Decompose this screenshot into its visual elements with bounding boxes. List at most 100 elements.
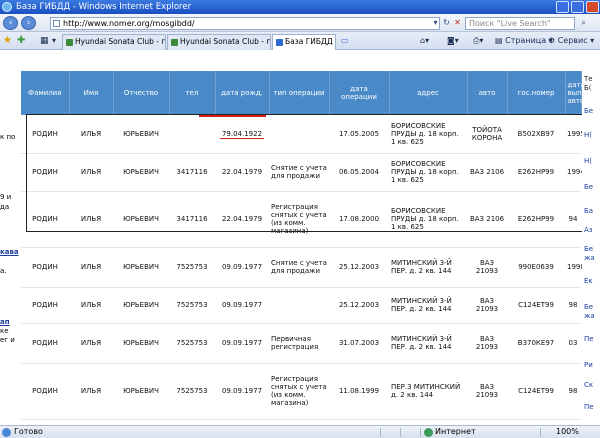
left-clipped-column: к по 9 и да кава а. ап ке ег и (0, 51, 20, 425)
table-row: РОДИН ИЛЬЯ ЮРЬЕВИЧ 7525753 09.09.1977 Сн… (21, 247, 585, 288)
cell-plate: В370КЕ97 (507, 323, 565, 364)
quick-tabs-icon[interactable]: ▦ (40, 35, 49, 47)
cell-surname: РОДИН (21, 153, 69, 192)
tab-label: Hyundai Sonata Club - главн... (180, 37, 271, 46)
cell-patronymic: ЮРЬЕВИЧ (113, 247, 169, 288)
table-row: РОДИН ИЛЬЯ ЮРЬЕВИЧ 7525753 09.09.1977 Ре… (21, 363, 581, 420)
tab-hyundai-1[interactable]: Hyundai Sonata Club - главн... (62, 34, 166, 50)
home-icon[interactable]: ⌂▾ (420, 35, 429, 47)
col-plate: гос.номер (507, 71, 566, 115)
right-fragment[interactable]: Бе (584, 107, 593, 115)
title-bar: База ГИБДД - Windows Internet Explorer (0, 0, 600, 14)
right-fragment[interactable]: Ек (584, 277, 593, 285)
table-row: РОДИН ИЛЬЯ ЮРЬЕВИЧ 79.04.1922 17.05.2005… (21, 115, 585, 154)
cell-birthdate: 09.09.1977 (215, 247, 269, 288)
cell-address: МИТИНСКИЙ 3-Й ПЕР. д. 2 кв. 144 (389, 247, 467, 288)
right-fragment[interactable]: жа (584, 254, 595, 262)
maximize-button[interactable] (571, 1, 584, 13)
forward-icon[interactable]: › (21, 16, 36, 30)
right-fragment[interactable]: Н( (584, 157, 592, 165)
zoom-level[interactable]: 100% (556, 426, 579, 438)
minimize-button[interactable] (556, 1, 569, 13)
left-fragment: 9 и (0, 193, 12, 201)
cell-phone: 7525753 (169, 363, 215, 420)
gibdd-results-table: Фамилия Имя Отчество тел дата рожд. тип … (21, 71, 598, 420)
cell-address: БОРИСОВСКИЕ ПРУДЫ д. 18 корп. 1 кв. 625 (389, 153, 467, 192)
left-fragment: ег и (0, 336, 15, 344)
security-zone[interactable]: Интернет (435, 426, 476, 438)
left-link-fragment[interactable]: кава (0, 248, 19, 256)
tab-gibdd[interactable]: База ГИБДД (272, 34, 336, 50)
cell-birthdate: 09.09.1977 (215, 323, 269, 364)
col-name: Имя (69, 71, 114, 115)
col-operation-date: дата операции (329, 71, 390, 115)
right-fragment[interactable]: Аз (584, 226, 593, 234)
back-icon[interactable]: ‹ (3, 16, 18, 30)
tab-bar: ★ ✚ ▦ ▾ Hyundai Sonata Club - главн... H… (0, 32, 600, 50)
cell-car: ВАЗ 2106 (467, 153, 507, 192)
cell-operation-date: 17.08.2000 (329, 191, 389, 248)
tab-hyundai-2[interactable]: Hyundai Sonata Club - главн... (167, 34, 271, 50)
address-input[interactable]: http://www.nomer.org/mosgibdd/ (50, 17, 440, 30)
cell-phone: 7525753 (169, 287, 215, 324)
cell-patronymic: ЮРЬЕВИЧ (113, 191, 169, 248)
cell-patronymic: ЮРЬЕВИЧ (113, 287, 169, 324)
right-fragment[interactable]: Ба (584, 207, 593, 215)
page-icon (53, 20, 60, 27)
tab-label: База ГИБДД (285, 37, 333, 46)
cell-phone: 7525753 (169, 323, 215, 364)
cell-car: ВАЗ 21093 (467, 323, 507, 364)
cell-plate: В502ХВ97 (507, 115, 565, 154)
col-patronymic: Отчество (113, 71, 170, 115)
tab-list-icon[interactable]: ▾ (52, 35, 56, 47)
cell-address: ПЕР.3 МИТИНСКИЙ д. 2 кв. 144 (389, 363, 467, 420)
right-fragment[interactable]: Бе (584, 245, 593, 253)
cell-car-year: 1994 (565, 153, 585, 192)
service-menu[interactable]: ⚙ Сервис ▾ (548, 35, 594, 47)
dropdown-icon[interactable]: ▾ (430, 18, 441, 29)
cell-car-year: 1995 (565, 115, 585, 154)
divider (400, 428, 401, 437)
page-content: к по 9 и да кава а. ап ке ег и Фамилия И… (0, 51, 600, 425)
left-fragment: ке (0, 327, 9, 335)
red-underline-top (199, 115, 266, 117)
cell-address: БОРИСОВСКИЕ ПРУДЫ д. 18 корп. 1 кв. 625 (389, 191, 467, 248)
page-menu[interactable]: ▤ Страница ▾ (495, 35, 553, 47)
ie-logo-icon (2, 2, 12, 12)
refresh-icon[interactable]: ↻ (441, 18, 452, 29)
address-text: http://www.nomer.org/mosgibdd/ (63, 19, 195, 28)
search-input[interactable]: Поиск "Live Search" (465, 17, 575, 30)
table-row: РОДИН ИЛЬЯ ЮРЬЕВИЧ 3417116 22.04.1979 Сн… (21, 153, 585, 192)
add-favorite-icon[interactable]: ✚ (17, 35, 25, 47)
cell-operation-type: Снятие с учета для продажи (269, 247, 329, 288)
right-fragment[interactable]: Бе (584, 183, 593, 191)
close-button[interactable] (586, 1, 599, 13)
cell-name: ИЛЬЯ (69, 287, 113, 324)
stop-icon[interactable]: ✕ (452, 18, 463, 29)
cell-operation-date: 11.08.1999 (329, 363, 389, 420)
cell-car-year: 98 (565, 287, 581, 324)
favorites-star-icon[interactable]: ★ (3, 35, 12, 47)
col-operation-type: тип операции (269, 71, 330, 115)
left-link-fragment[interactable]: ап (0, 318, 10, 326)
address-toolbar: ‹ › http://www.nomer.org/mosgibdd/ ▾ ↻ ✕… (0, 14, 600, 32)
right-fragment[interactable]: Н( (584, 131, 592, 139)
cell-surname: РОДИН (21, 363, 69, 420)
cell-operation-type: Регистрация снятых с учета (из комм. маг… (269, 363, 329, 420)
right-fragment[interactable]: Ск (584, 381, 593, 389)
right-fragment: Б( (584, 84, 592, 92)
new-tab-icon[interactable]: ▭ (341, 35, 349, 47)
col-address: адрес (389, 71, 468, 115)
right-fragment[interactable]: Бе (584, 303, 593, 311)
table-row: РОДИН ИЛЬЯ ЮРЬЕВИЧ 3417116 22.04.1979 Ре… (21, 191, 581, 248)
right-fragment[interactable]: Ри (584, 361, 593, 369)
feeds-icon[interactable]: ◙▾ (447, 35, 459, 47)
search-icon[interactable]: ⌕ (578, 18, 589, 29)
right-fragment[interactable]: Пе (584, 403, 594, 411)
right-fragment[interactable]: жа (584, 312, 595, 320)
right-fragment[interactable]: Пе (584, 335, 594, 343)
print-icon[interactable]: ⎙▾ (473, 35, 483, 47)
cell-operation-date: 25.12.2003 (329, 287, 389, 324)
cell-car-year: 1998 (565, 247, 585, 288)
gear-icon: ⚙ (548, 36, 558, 45)
